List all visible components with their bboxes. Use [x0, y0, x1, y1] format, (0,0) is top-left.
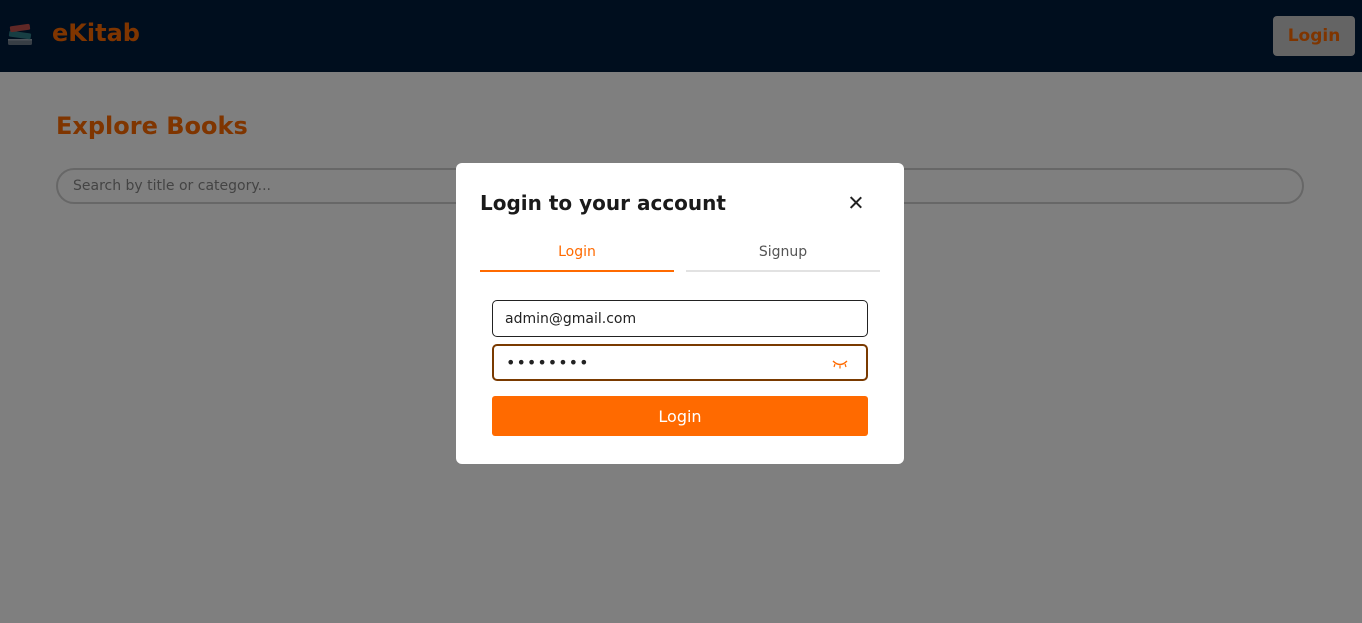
tab-signup[interactable]: Signup: [686, 237, 880, 272]
eye-closed-icon[interactable]: [830, 356, 850, 370]
email-field[interactable]: [492, 300, 868, 337]
close-icon[interactable]: [844, 191, 868, 215]
tab-login[interactable]: Login: [480, 237, 674, 272]
password-field[interactable]: [492, 344, 868, 381]
login-submit-button[interactable]: Login: [492, 396, 868, 436]
login-modal: Login to your account Login Signup Login: [456, 163, 904, 464]
modal-title: Login to your account: [480, 191, 726, 215]
